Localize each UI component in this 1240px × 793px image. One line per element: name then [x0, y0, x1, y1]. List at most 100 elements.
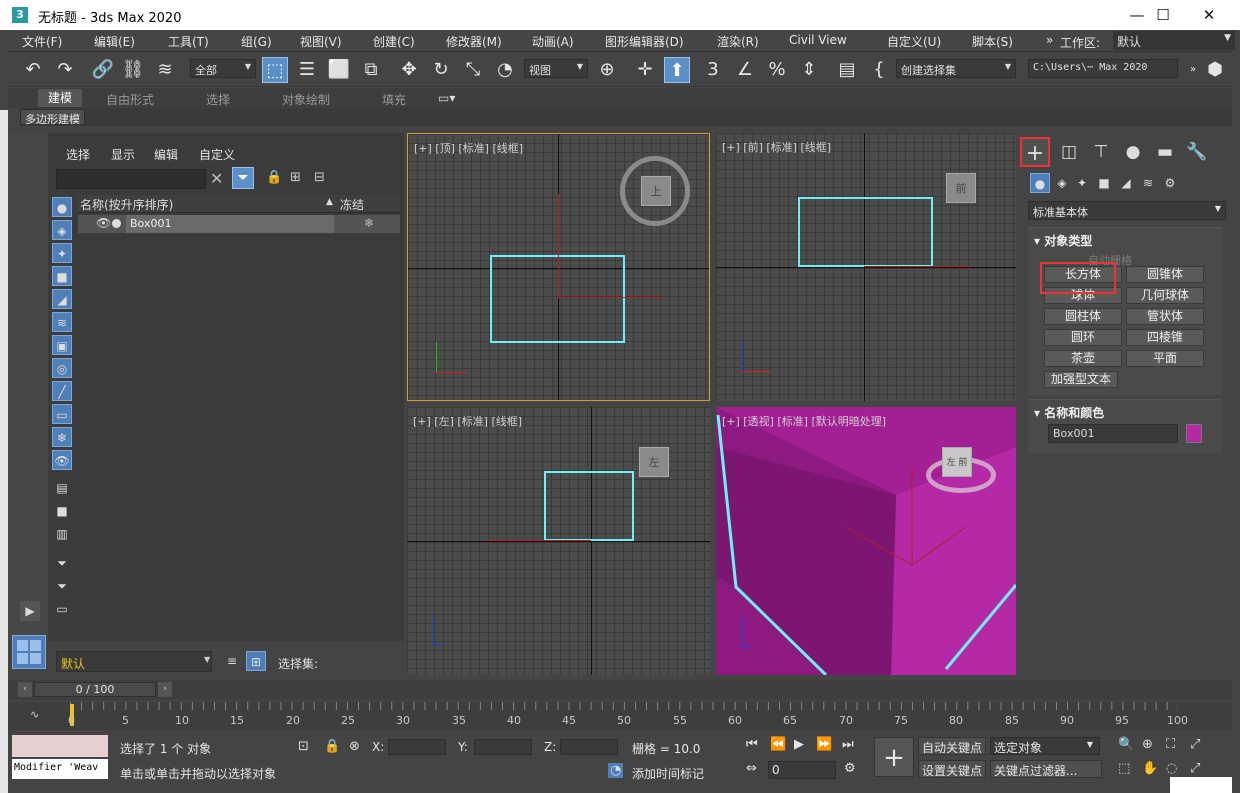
- hierarchy-tab-icon[interactable]: ⊤: [1086, 137, 1116, 167]
- key-filters-button[interactable]: 关键点过滤器...: [990, 760, 1102, 778]
- box-wireframe[interactable]: [544, 471, 634, 541]
- menu-group[interactable]: 组(G): [241, 33, 272, 50]
- z-coordinate-input[interactable]: [560, 739, 618, 755]
- percent-snap-icon[interactable]: %: [764, 57, 790, 83]
- keyboard-shortcut-override-icon[interactable]: ⬆: [664, 57, 690, 83]
- display-tab-icon[interactable]: ▬: [1150, 137, 1180, 167]
- viewcube[interactable]: 上: [641, 176, 671, 206]
- page-icon[interactable]: ■: [52, 501, 72, 521]
- pivot-center-icon[interactable]: ⊕: [594, 57, 620, 83]
- select-object-icon[interactable]: ⬚: [262, 57, 288, 83]
- object-name-field[interactable]: Box001: [1048, 424, 1178, 443]
- pan-hand-icon[interactable]: ✋: [1142, 761, 1158, 776]
- time-tag-icon[interactable]: ◔: [608, 763, 624, 778]
- menu-views[interactable]: 视图(V): [300, 33, 342, 50]
- display-helpers-icon[interactable]: ◢: [52, 289, 72, 309]
- close-button[interactable]: ✕: [1186, 4, 1232, 26]
- tab-freeform[interactable]: 自由形式: [106, 91, 154, 108]
- geosphere-button[interactable]: 几何球体: [1126, 287, 1204, 304]
- menu-rendering[interactable]: 渲染(R): [717, 33, 759, 50]
- selection-region-icon[interactable]: ⬜: [326, 57, 352, 83]
- modify-tab-icon[interactable]: ◫: [1054, 137, 1084, 167]
- time-slider-knob[interactable]: 0 / 100: [34, 682, 156, 697]
- helpers-category-icon[interactable]: ◢: [1116, 173, 1136, 193]
- lights-category-icon[interactable]: ✦: [1072, 173, 1092, 193]
- motion-tab-icon[interactable]: ●: [1118, 137, 1148, 167]
- display-shapes-icon[interactable]: ◈: [52, 220, 72, 240]
- previous-key-icon[interactable]: ⏪: [770, 737, 786, 752]
- autodesk-app-icon[interactable]: ⬢: [1202, 57, 1228, 83]
- tube-button[interactable]: 管状体: [1126, 308, 1204, 325]
- cameras-category-icon[interactable]: ■: [1094, 173, 1114, 193]
- redo-icon[interactable]: ↷: [52, 57, 78, 83]
- viewport-perspective[interactable]: [+] [透视] [标准] [默认明暗处理] 左 前: [716, 407, 1016, 675]
- snap-toggle-icon[interactable]: 3: [700, 57, 726, 83]
- rollout-header[interactable]: ▾ 名称和颜色: [1034, 404, 1104, 421]
- x-coordinate-input[interactable]: [388, 739, 446, 755]
- tab-populate[interactable]: 填充: [382, 91, 406, 108]
- previous-frame-icon[interactable]: ‹: [18, 682, 32, 697]
- project-path-field[interactable]: C:\Users\⋯ Max 2020: [1028, 59, 1178, 78]
- go-to-start-icon[interactable]: ⏮: [746, 737, 758, 752]
- explorer-menu-select[interactable]: 选择: [66, 146, 90, 163]
- workspace-dropdown[interactable]: 默认 ▼: [1113, 31, 1235, 50]
- textplus-button[interactable]: 加强型文本: [1044, 371, 1118, 388]
- zoom-extents-icon[interactable]: ⛶: [1166, 737, 1175, 752]
- menu-overflow[interactable]: »: [1046, 33, 1053, 47]
- selection-filter-dropdown[interactable]: 全部 ▼: [190, 59, 256, 78]
- absolute-mode-icon[interactable]: ⊗: [349, 739, 360, 754]
- create-tab-plus-icon[interactable]: +: [1020, 137, 1050, 167]
- snowflake-icon[interactable]: ❄: [364, 216, 374, 230]
- spacewarps-category-icon[interactable]: ≋: [1138, 173, 1158, 193]
- column-freeze-header[interactable]: 冻结: [340, 196, 364, 213]
- teapot-button[interactable]: 茶壶: [1044, 350, 1122, 367]
- menu-civil-view[interactable]: Civil View: [789, 33, 847, 47]
- curve-editor-icon[interactable]: ∿: [30, 708, 39, 721]
- lock-icon[interactable]: 🔒: [266, 170, 282, 185]
- display-groups-icon[interactable]: ▣: [52, 335, 72, 355]
- viewport-label[interactable]: [+] [前] [标准] [线框]: [722, 139, 831, 155]
- explorer-menu-edit[interactable]: 编辑: [154, 146, 178, 163]
- close-icon[interactable]: ✕: [210, 169, 223, 188]
- named-selection-braces-icon[interactable]: {: [866, 57, 892, 83]
- current-frame-spinner[interactable]: 0: [768, 761, 836, 779]
- geometry-type-dropdown[interactable]: 标准基本体 ▼: [1028, 201, 1226, 220]
- rotate-icon[interactable]: ↻: [428, 57, 454, 83]
- viewport-label[interactable]: [+] [左] [标准] [线框]: [413, 413, 522, 429]
- display-lights-icon[interactable]: ✦: [52, 243, 72, 263]
- selected-objects-dropdown[interactable]: 选定对象 ▼: [990, 737, 1100, 755]
- ribbon-options-icon[interactable]: ▭▾: [438, 91, 455, 105]
- next-frame-icon[interactable]: ›: [158, 682, 172, 697]
- shapes-category-icon[interactable]: ◈: [1052, 173, 1072, 193]
- menu-scripting[interactable]: 脚本(S): [972, 33, 1013, 50]
- expand-play-icon[interactable]: ▶: [20, 601, 40, 621]
- torus-button[interactable]: 圆环: [1044, 329, 1122, 346]
- zoom-extents-all-icon[interactable]: ⤢: [1190, 737, 1200, 752]
- add-time-tag[interactable]: 添加时间标记: [632, 765, 704, 782]
- menu-graph-editors[interactable]: 图形编辑器(D): [605, 33, 684, 50]
- explorer-menu-display[interactable]: 显示: [111, 146, 135, 163]
- table-row[interactable]: 👁 Box001 ❄: [78, 215, 400, 233]
- layer-stack-icon[interactable]: ≡: [222, 651, 242, 671]
- viewport-layouts-icon[interactable]: [12, 635, 46, 669]
- display-spacewarps-icon[interactable]: ≋: [52, 312, 72, 332]
- menu-modifiers[interactable]: 修改器(M): [446, 33, 502, 50]
- scale-icon[interactable]: ⤡: [460, 57, 486, 83]
- tab-selection[interactable]: 选择: [206, 91, 230, 108]
- layers-icon[interactable]: ⊟: [314, 170, 325, 185]
- menu-edit[interactable]: 编辑(E): [94, 33, 135, 50]
- display-cameras-icon[interactable]: ■: [52, 266, 72, 286]
- rollout-header[interactable]: ▾ 对象类型: [1034, 232, 1092, 249]
- object-name-cell[interactable]: Box001: [126, 215, 334, 233]
- named-selection-dropdown[interactable]: 创建选择集 ▼: [896, 59, 1016, 78]
- eye-icon[interactable]: 👁: [96, 216, 111, 230]
- angle-snap-icon[interactable]: ∠: [732, 57, 758, 83]
- plane-button[interactable]: 平面: [1126, 350, 1204, 367]
- geometry-category-icon[interactable]: ●: [1030, 173, 1050, 193]
- set-key-plus-icon[interactable]: +: [874, 737, 914, 777]
- utilities-tab-wrench-icon[interactable]: 🔧: [1182, 137, 1212, 167]
- maximize-button[interactable]: ☐: [1140, 4, 1186, 26]
- bind-spacewarp-icon[interactable]: ≋: [152, 57, 178, 83]
- layer-dropdown[interactable]: 默认: [56, 651, 212, 672]
- folder-icon[interactable]: ▭: [52, 599, 72, 619]
